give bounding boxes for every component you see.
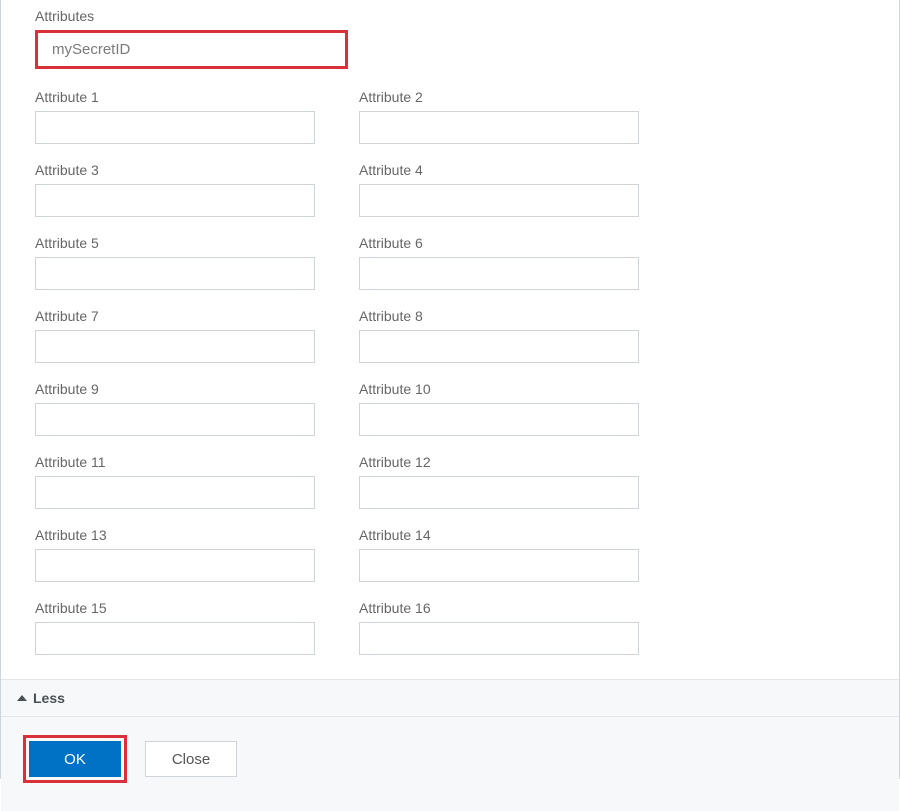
attribute-label: Attribute 14 bbox=[359, 527, 639, 543]
external-attribute-input[interactable]: mySecretID bbox=[35, 30, 348, 69]
dialog-footer: OK Close bbox=[1, 717, 899, 811]
attribute-input[interactable] bbox=[35, 549, 315, 582]
attributes-panel: Attributes mySecretID Attribute 1Attribu… bbox=[0, 0, 900, 779]
attribute-field: Attribute 2 bbox=[359, 89, 639, 144]
attribute-field: Attribute 6 bbox=[359, 235, 639, 290]
attribute-field: Attribute 8 bbox=[359, 308, 639, 363]
attribute-label: Attribute 9 bbox=[35, 381, 315, 397]
attribute-field: Attribute 5 bbox=[35, 235, 315, 290]
attribute-label: Attribute 15 bbox=[35, 600, 315, 616]
attribute-field: Attribute 3 bbox=[35, 162, 315, 217]
attribute-field: Attribute 12 bbox=[359, 454, 639, 509]
attribute-field: Attribute 4 bbox=[359, 162, 639, 217]
ok-highlight: OK bbox=[23, 735, 127, 783]
attribute-label: Attribute 8 bbox=[359, 308, 639, 324]
attribute-label: Attribute 16 bbox=[359, 600, 639, 616]
attribute-label: Attribute 11 bbox=[35, 454, 315, 470]
attribute-input[interactable] bbox=[35, 476, 315, 509]
attribute-field: Attribute 15 bbox=[35, 600, 315, 655]
caret-up-icon bbox=[17, 695, 27, 701]
attribute-input[interactable] bbox=[359, 403, 639, 436]
attribute-label: Attribute 1 bbox=[35, 89, 315, 105]
attribute-input[interactable] bbox=[35, 403, 315, 436]
attribute-field: Attribute 13 bbox=[35, 527, 315, 582]
attribute-field: Attribute 7 bbox=[35, 308, 315, 363]
attribute-label: Attribute 12 bbox=[359, 454, 639, 470]
attribute-input[interactable] bbox=[359, 184, 639, 217]
attribute-label: Attribute 13 bbox=[35, 527, 315, 543]
attribute-label: Attribute 6 bbox=[359, 235, 639, 251]
attributes-content: Attributes mySecretID Attribute 1Attribu… bbox=[1, 0, 899, 679]
attribute-input[interactable] bbox=[35, 184, 315, 217]
attribute-input[interactable] bbox=[35, 330, 315, 363]
attribute-label: Attribute 7 bbox=[35, 308, 315, 324]
attribute-input[interactable] bbox=[359, 476, 639, 509]
attribute-field: Attribute 1 bbox=[35, 89, 315, 144]
attribute-input[interactable] bbox=[35, 257, 315, 290]
ok-button[interactable]: OK bbox=[29, 741, 121, 777]
attribute-field: Attribute 16 bbox=[359, 600, 639, 655]
attribute-input[interactable] bbox=[35, 111, 315, 144]
attribute-label: Attribute 4 bbox=[359, 162, 639, 178]
attribute-field: Attribute 9 bbox=[35, 381, 315, 436]
attribute-input[interactable] bbox=[359, 111, 639, 144]
section-title: Attributes bbox=[35, 8, 865, 24]
attribute-label: Attribute 5 bbox=[35, 235, 315, 251]
attribute-input[interactable] bbox=[359, 330, 639, 363]
attribute-field: Attribute 14 bbox=[359, 527, 639, 582]
attribute-input[interactable] bbox=[359, 549, 639, 582]
attribute-label: Attribute 10 bbox=[359, 381, 639, 397]
attribute-input[interactable] bbox=[359, 622, 639, 655]
attributes-grid: Attribute 1 Attribute 2 Attribute 3 Attribu… bbox=[35, 89, 865, 655]
attribute-input[interactable] bbox=[35, 622, 315, 655]
attribute-field: Attribute 11 bbox=[35, 454, 315, 509]
attribute-label: Attribute 3 bbox=[35, 162, 315, 178]
attribute-field: Attribute 10 bbox=[359, 381, 639, 436]
collapse-label: Less bbox=[33, 690, 65, 706]
collapse-toggle[interactable]: Less bbox=[1, 679, 899, 717]
attribute-input[interactable] bbox=[359, 257, 639, 290]
attribute-label: Attribute 2 bbox=[359, 89, 639, 105]
close-button[interactable]: Close bbox=[145, 741, 237, 777]
